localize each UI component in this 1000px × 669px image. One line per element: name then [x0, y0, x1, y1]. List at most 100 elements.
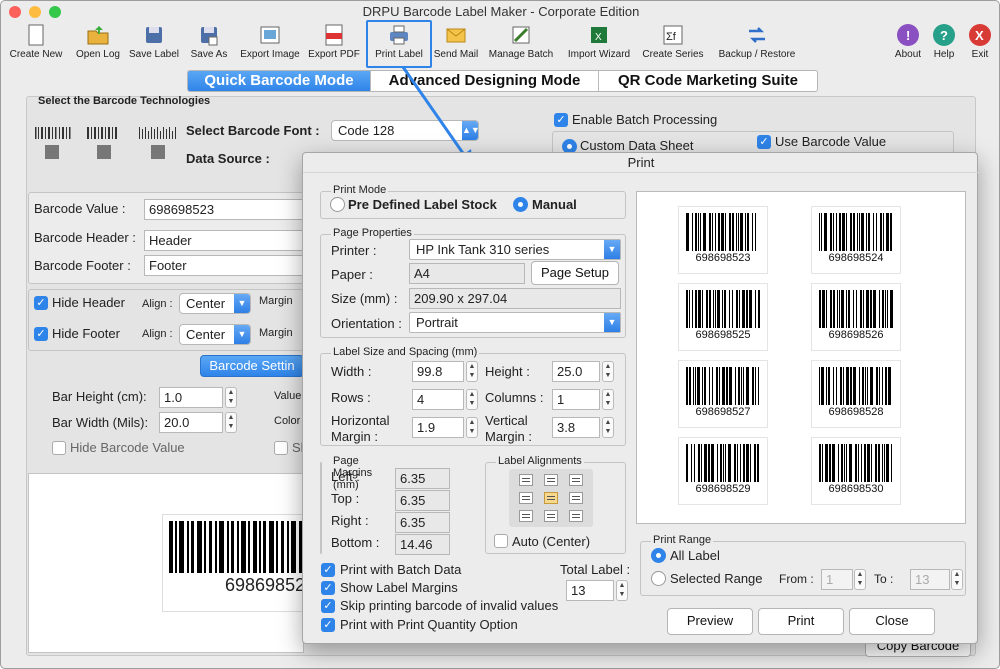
- toolbar-label: Export PDF: [308, 49, 360, 60]
- tab-quick-barcode-mode[interactable]: Quick Barcode Mode: [188, 71, 371, 91]
- bar-width-stepper[interactable]: ▲ ▼: [225, 412, 237, 433]
- columns-stepper[interactable]: ▲ ▼: [602, 389, 614, 410]
- height-input[interactable]: 25.0: [552, 361, 600, 382]
- total-label-input[interactable]: 13: [566, 580, 614, 601]
- align-bottom-right-icon[interactable]: [569, 510, 583, 522]
- toolbar-create-new-button[interactable]: Create New: [6, 23, 66, 60]
- top-margin-label: Top :: [331, 491, 360, 506]
- auto-center-checkbox[interactable]: [494, 534, 508, 548]
- skip-invalid-checkbox[interactable]: ✓: [321, 599, 335, 613]
- barcode-settings-button[interactable]: Barcode Settin: [200, 355, 304, 377]
- close-window-dot[interactable]: [9, 6, 21, 18]
- create-series-icon: Σf: [661, 23, 685, 47]
- toolbar-save-label-button[interactable]: Save Label: [126, 23, 182, 60]
- to-label: To :: [874, 572, 894, 586]
- tab-qr-code-marketing-suite[interactable]: QR Code Marketing Suite: [599, 71, 817, 91]
- orientation-select[interactable]: Portrait ▼: [409, 312, 621, 333]
- vmargin-label-2: Margin :: [485, 429, 532, 444]
- print-button[interactable]: Print: [758, 608, 844, 635]
- svg-text:?: ?: [940, 28, 948, 43]
- toolbar-create-series-button[interactable]: Σf Create Series: [639, 23, 707, 60]
- toolbar-label: Save Label: [128, 49, 180, 60]
- show-margins-checkbox[interactable]: ✓: [321, 581, 335, 595]
- toolbar-export-pdf-button[interactable]: Export PDF: [305, 23, 363, 60]
- toolbar-export-image-button[interactable]: Export Image: [236, 23, 304, 60]
- align-middle-right-icon[interactable]: [569, 492, 583, 504]
- align-middle-left-icon[interactable]: [519, 492, 533, 504]
- height-stepper[interactable]: ▲ ▼: [602, 361, 614, 382]
- from-input[interactable]: 1: [821, 569, 853, 590]
- height-label: Height :: [485, 364, 530, 379]
- toolbar: Create New Open Log Save Label Save As Expor…: [1, 21, 999, 67]
- hmargin-input[interactable]: 1.9: [412, 417, 464, 438]
- value-col-label: Value: [274, 390, 302, 402]
- columns-input[interactable]: 1: [552, 389, 600, 410]
- rows-stepper[interactable]: ▲ ▼: [466, 389, 478, 410]
- preview-barcode-number: 698698530: [828, 483, 884, 495]
- predefined-stock-radio[interactable]: [330, 197, 345, 212]
- toolbar-manage-batch-button[interactable]: Manage Batch: [485, 23, 557, 60]
- width-stepper[interactable]: ▲ ▼: [466, 361, 478, 382]
- footer-align-value: Center: [186, 327, 226, 342]
- print-mode-title: Print Mode: [331, 184, 389, 196]
- use-value-checkbox[interactable]: ✓: [757, 135, 771, 149]
- columns-label: Columns :: [485, 390, 544, 405]
- barcode-header-input[interactable]: Header: [144, 230, 304, 251]
- align-middle-center-icon[interactable]: [544, 492, 558, 504]
- create-new-icon: [24, 23, 48, 47]
- batch-data-checkbox[interactable]: ✓: [321, 563, 335, 577]
- align-bottom-center-icon[interactable]: [544, 510, 558, 522]
- custom-sheet-label: Custom Data Sheet: [580, 138, 694, 153]
- vmargin-input[interactable]: 3.8: [552, 417, 600, 438]
- footer-align-select[interactable]: Center ▼: [179, 324, 251, 345]
- hide-value-checkbox[interactable]: [52, 441, 66, 455]
- bar-width-label: Bar Width (Mils):: [52, 415, 149, 430]
- from-stepper[interactable]: ▲ ▼: [854, 569, 866, 590]
- sh-checkbox[interactable]: [274, 441, 288, 455]
- width-input[interactable]: 99.8: [412, 361, 464, 382]
- align-top-left-icon[interactable]: [519, 474, 533, 486]
- close-button[interactable]: Close: [849, 608, 935, 635]
- preview-barcode-label: 698698530: [811, 437, 901, 505]
- manual-radio[interactable]: [513, 197, 528, 212]
- toolbar-open-log-button[interactable]: Open Log: [71, 23, 125, 60]
- backup-restore-icon: [745, 23, 769, 47]
- toolbar-backup-restore-button[interactable]: Backup / Restore: [713, 23, 801, 60]
- toolbar-exit-button[interactable]: X Exit: [963, 23, 997, 60]
- rows-input[interactable]: 4: [412, 389, 464, 410]
- header-align-select[interactable]: Center ▼: [179, 293, 251, 314]
- page-setup-button[interactable]: Page Setup: [531, 261, 619, 285]
- batch-checkbox[interactable]: ✓: [554, 113, 568, 127]
- zoom-window-dot[interactable]: [49, 6, 61, 18]
- bar-height-input[interactable]: 1.0: [159, 387, 223, 408]
- align-top-center-icon[interactable]: [544, 474, 558, 486]
- preview-button[interactable]: Preview: [667, 608, 753, 635]
- total-label-stepper[interactable]: ▲ ▼: [616, 580, 628, 601]
- bar-width-input[interactable]: 20.0: [159, 412, 223, 433]
- orientation-label: Orientation :: [331, 316, 402, 331]
- all-label-radio[interactable]: [651, 548, 666, 563]
- vmargin-stepper[interactable]: ▲ ▼: [602, 417, 614, 438]
- show-margins-label: Show Label Margins: [340, 580, 458, 595]
- bar-height-stepper[interactable]: ▲ ▼: [225, 387, 237, 408]
- toolbar-about-button[interactable]: ! About: [891, 23, 925, 60]
- preview-barcode-number: 698698526: [828, 329, 884, 341]
- hmargin-stepper[interactable]: ▲ ▼: [466, 417, 478, 438]
- to-input[interactable]: 13: [910, 569, 950, 590]
- align-top-right-icon[interactable]: [569, 474, 583, 486]
- toolbar-import-wizard-button[interactable]: X Import Wizard: [561, 23, 637, 60]
- barcode-footer-input[interactable]: Footer: [144, 255, 304, 276]
- align-bottom-left-icon[interactable]: [519, 510, 533, 522]
- toolbar-save-as-button[interactable]: Save As: [186, 23, 232, 60]
- hide-header-checkbox[interactable]: ✓: [34, 296, 48, 310]
- print-qty-checkbox[interactable]: ✓: [321, 618, 335, 632]
- toolbar-help-button[interactable]: ? Help: [929, 23, 959, 60]
- minimize-window-dot[interactable]: [29, 6, 41, 18]
- printer-select[interactable]: HP Ink Tank 310 series ▼: [409, 239, 621, 260]
- toolbar-label: Help: [933, 49, 955, 60]
- hide-footer-checkbox[interactable]: ✓: [34, 327, 48, 341]
- toolbar-send-mail-button[interactable]: Send Mail: [429, 23, 483, 60]
- barcode-value-input[interactable]: 698698523: [144, 199, 304, 220]
- to-stepper[interactable]: ▲ ▼: [951, 569, 963, 590]
- selected-range-radio[interactable]: [651, 571, 666, 586]
